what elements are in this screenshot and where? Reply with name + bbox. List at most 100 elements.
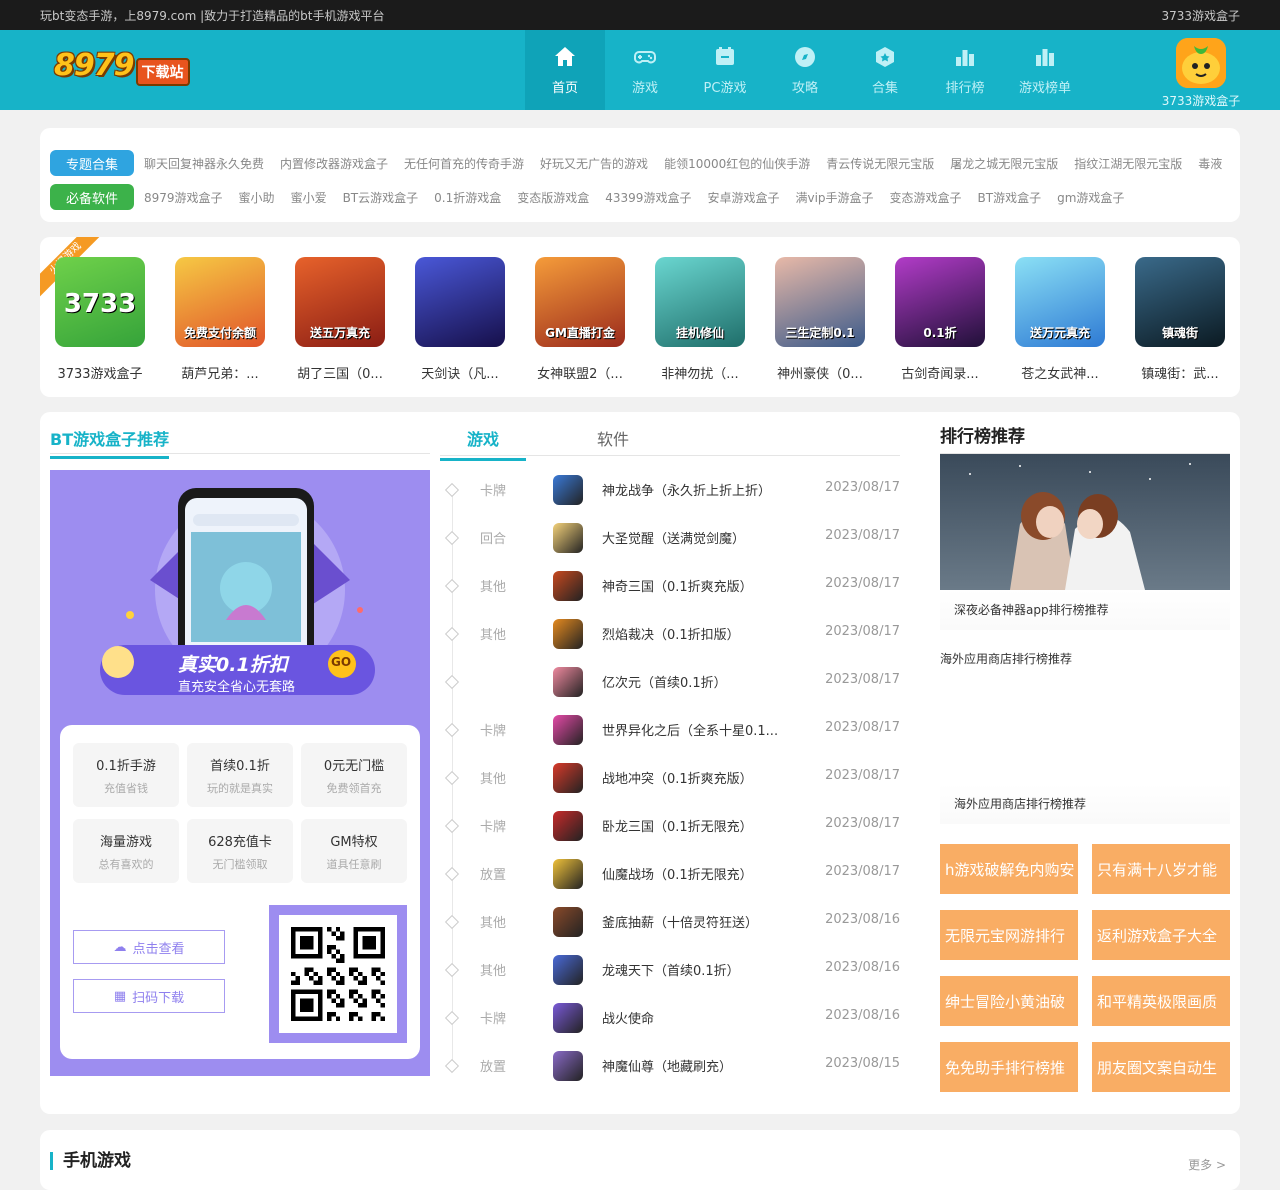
game-list-item[interactable]: 其他 战地冲突（0.1折爽充版） 2023/08/17 (440, 756, 900, 804)
tag-link[interactable]: BT游戏盒子 (978, 189, 1042, 206)
rank-caption[interactable]: 海外应用商店排行榜推荐 (940, 784, 1230, 824)
game-thumbnail: 挂机修仙 (655, 257, 745, 347)
tag-link[interactable]: 聊天回复神器永久免费 (144, 155, 264, 172)
game-icon (553, 1051, 583, 1081)
game-list-item[interactable]: 放置 神魔仙尊（地藏刷充） 2023/08/15 (440, 1044, 900, 1092)
software-head[interactable]: 必备软件 (50, 184, 134, 210)
game-card[interactable]: 3733 3733游戏盒子 (45, 257, 155, 382)
tag-link[interactable]: 屠龙之城无限元宝版 (950, 155, 1058, 172)
tag-link[interactable]: 无任何首充的传奇手游 (404, 155, 524, 172)
tag-link[interactable]: 满vip手游盒子 (795, 189, 873, 206)
thumbnail-text: 送万元真充 (1029, 326, 1090, 340)
timeline-dot (444, 578, 460, 594)
site-logo[interactable]: 8979 下载站 (54, 44, 190, 86)
tag-link[interactable]: 变态游戏盒子 (890, 189, 962, 206)
game-category: 其他 (480, 964, 507, 979)
game-list-item[interactable]: 放置 仙魔战场（0.1折无限充） 2023/08/17 (440, 852, 900, 900)
rank-tag[interactable]: 返利游戏盒子大全 (1092, 910, 1230, 960)
rank-link[interactable]: 海外应用商店排行榜推荐 (940, 650, 1072, 667)
game-date: 2023/08/17 (825, 576, 900, 591)
rank-tag[interactable]: 无限元宝网游排行 (940, 910, 1078, 960)
game-date: 2023/08/16 (825, 912, 900, 927)
timeline-dot (444, 722, 460, 738)
game-card[interactable]: 镇魂街 镇魂街：武... (1125, 257, 1235, 382)
tag-link[interactable]: 0.1折游戏盒 (434, 189, 501, 206)
rank-tag[interactable]: 只有满十八岁才能 (1092, 844, 1230, 894)
timeline-dot (444, 674, 460, 690)
game-card[interactable]: 0.1折 古剑奇闻录... (885, 257, 995, 382)
game-list-item[interactable]: 其他 神奇三国（0.1折爽充版） 2023/08/17 (440, 564, 900, 612)
game-name: 3733游戏盒子 (57, 367, 143, 382)
rank-tag[interactable]: 和平精英极限画质 (1092, 976, 1230, 1026)
rank-tag[interactable]: h游戏破解免内购安 (940, 844, 1078, 894)
thumbnail-text: 3733 (63, 289, 137, 319)
game-card[interactable]: 三生定制0.1 神州豪侠（0... (765, 257, 875, 382)
game-list-item[interactable]: 其他 烈焰裁决（0.1折扣版） 2023/08/17 (440, 612, 900, 660)
tab-software[interactable]: 软件 (570, 426, 656, 458)
tag-link[interactable]: 好玩又无广告的游戏 (540, 155, 648, 172)
rank-tag[interactable]: 朋友圈文案自动生 (1092, 1042, 1230, 1092)
game-category: 卡牌 (480, 820, 507, 835)
tag-link[interactable]: BT云游戏盒子 (343, 189, 419, 206)
game-card[interactable]: 送五万真充 胡了三国（0... (285, 257, 395, 382)
game-category: 卡牌 (480, 484, 507, 499)
game-list-item[interactable]: 其他 釜底抽薪（十倍灵符狂送） 2023/08/16 (440, 900, 900, 948)
tag-link[interactable]: 能领10000红包的仙侠手游 (664, 155, 810, 172)
game-list-item[interactable]: 卡牌 卧龙三国（0.1折无限充） 2023/08/17 (440, 804, 900, 852)
main-panel: BT游戏盒子推荐 真实0.1折扣 直充安全省心无套路 GO 0.1折手游 充值省钱… (40, 412, 1240, 1114)
logo-number: 8979 (54, 47, 134, 83)
game-card[interactable]: 送万元真充 苍之女武神... (1005, 257, 1115, 382)
tag-link[interactable]: 43399游戏盒子 (605, 189, 691, 206)
game-card[interactable]: GM直播打金 女神联盟2（... (525, 257, 635, 382)
tag-link[interactable]: 毒液 (1198, 155, 1222, 172)
game-thumbnail: 送五万真充 (295, 257, 385, 347)
tag-link[interactable]: 8979游戏盒子 (144, 189, 223, 206)
tag-link[interactable]: 蜜小助 (239, 189, 275, 206)
tag-link[interactable]: gm游戏盒子 (1057, 189, 1124, 206)
tag-link[interactable]: 内置修改器游戏盒子 (280, 155, 388, 172)
pc-game-icon (716, 46, 734, 65)
tag-link[interactable]: 蜜小爱 (291, 189, 327, 206)
game-list-item[interactable]: 回合 大圣觉醒（送满觉剑魔） 2023/08/17 (440, 516, 900, 564)
top-appbox-link[interactable]: 3733游戏盒子 (1161, 7, 1240, 24)
tab-games[interactable]: 游戏 (440, 426, 526, 461)
game-icon (553, 475, 583, 505)
nav-home[interactable]: 首页 (525, 30, 605, 110)
game-list-item[interactable]: 卡牌 神龙战争（永久折上折上折） 2023/08/17 (440, 468, 900, 516)
game-category: 其他 (480, 772, 507, 787)
game-thumbnail: 镇魂街 (1135, 257, 1225, 347)
nav-rankings[interactable]: 排行榜 (925, 30, 1005, 110)
tag-link[interactable]: 安卓游戏盒子 (707, 189, 779, 206)
bt-promo[interactable]: 真实0.1折扣 直充安全省心无套路 GO 0.1折手游 充值省钱 首续0.1折 玩的… (50, 470, 430, 1076)
nav-pc-games[interactable]: PC游戏 (685, 30, 765, 110)
game-card[interactable]: 免费支付余额 葫芦兄弟：... (165, 257, 275, 382)
promo-main-text: 真实0.1折扣 (178, 654, 288, 676)
rank-feature-image[interactable] (940, 454, 1230, 590)
nav-games[interactable]: 游戏 (605, 30, 685, 110)
gamepad-icon (634, 50, 656, 63)
view-button[interactable]: ☁ 点击查看 (73, 930, 225, 964)
nav-game-lists[interactable]: 游戏榜单 (1005, 30, 1085, 110)
nav-guides[interactable]: 攻略 (765, 30, 845, 110)
game-list-item[interactable]: 卡牌 世界异化之后（全系十星0.1... 2023/08/17 (440, 708, 900, 756)
game-list-item[interactable]: 亿次元（首续0.1折） 2023/08/17 (440, 660, 900, 708)
rank-tag[interactable]: 免免助手排行榜推 (940, 1042, 1078, 1092)
game-list-item[interactable]: 其他 龙魂天下（首续0.1折） 2023/08/16 (440, 948, 900, 996)
nav-collections[interactable]: 合集 (845, 30, 925, 110)
game-card[interactable]: 天剑诀（凡... (405, 257, 515, 382)
rank-tag[interactable]: 绅士冒险小黄油破 (940, 976, 1078, 1026)
game-list-item[interactable]: 卡牌 战火使命 2023/08/16 (440, 996, 900, 1044)
appbox-download[interactable]: 3733游戏盒子 (1160, 38, 1242, 109)
game-thumbnail: 免费支付余额 (175, 257, 265, 347)
tag-link[interactable]: 变态版游戏盒 (517, 189, 589, 206)
tag-link[interactable]: 指纹江湖无限元宝版 (1074, 155, 1182, 172)
scan-download-button[interactable]: ▦ 扫码下载 (73, 979, 225, 1013)
game-icon (553, 955, 583, 985)
rank-caption[interactable]: 深夜必备神器app排行榜推荐 (940, 590, 1230, 630)
tag-link[interactable]: 青云传说无限元宝版 (826, 155, 934, 172)
game-card[interactable]: 挂机修仙 非神勿扰（... (645, 257, 755, 382)
topic-head[interactable]: 专题合集 (50, 150, 134, 176)
section-title: 手机游戏 (50, 1152, 131, 1170)
thumbnail-text: GM直播打金 (545, 326, 615, 340)
more-link[interactable]: 更多 > (1188, 1156, 1226, 1173)
